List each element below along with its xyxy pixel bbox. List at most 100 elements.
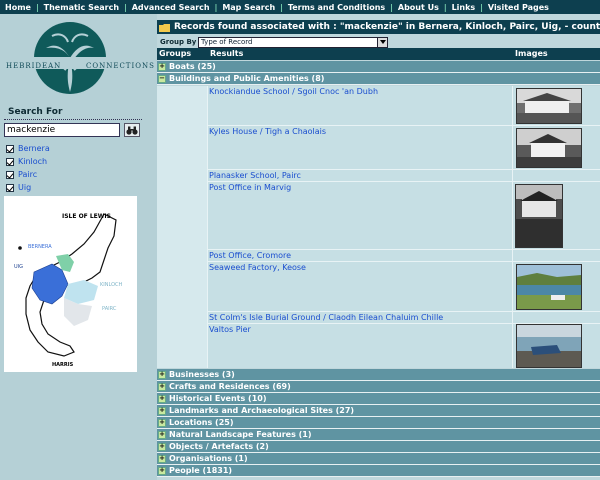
map-label-lewis: ISLE OF LEWIS [62, 213, 111, 220]
chevron-down-icon[interactable] [377, 37, 387, 47]
result-link[interactable]: Kyles House / Tigh a Chaolais [209, 127, 326, 136]
area-uig[interactable]: Uig [6, 181, 50, 194]
group-row-buildings[interactable]: − Buildings and Public Amenities (8) [157, 73, 600, 85]
image-cell [512, 126, 600, 169]
lewis-map: ISLE OF LEWIS BERNERA UIG KINLOCH PAIRC … [14, 213, 123, 368]
expand-icon[interactable]: + [158, 406, 166, 415]
sidebar: HEBRIDEAN CONNECTIONS Search For Bernera… [0, 14, 157, 480]
table-row: Kyles House / Tigh a Chaolais [208, 126, 600, 170]
image-cell [512, 182, 600, 249]
column-headers: Groups Results Images [157, 48, 600, 60]
divider [4, 119, 142, 120]
area-kinloch[interactable]: Kinloch [6, 155, 50, 168]
map-label-pairc: PAIRC [102, 306, 117, 312]
expand-icon[interactable]: + [158, 454, 166, 463]
group-row-landmarks[interactable]: + Landmarks and Archaeological Sites (27) [157, 405, 600, 417]
result-link[interactable]: Seaweed Factory, Keose [209, 263, 306, 272]
checkbox[interactable] [6, 144, 14, 153]
logo-text-hebridean: HEBRIDEAN [6, 62, 62, 70]
results-table: Knockiandue School / Sgoil Cnoc 'an Dubh… [157, 86, 600, 368]
result-link[interactable]: Knockiandue School / Sgoil Cnoc 'an Dubh [209, 87, 378, 96]
group-row-boats[interactable]: + Boats (25) [157, 61, 600, 73]
binoculars-icon [126, 126, 138, 135]
image-cell [512, 250, 600, 261]
header-groups: Groups [159, 49, 192, 58]
checkbox[interactable] [6, 170, 14, 179]
nav-about-us[interactable]: About Us [393, 3, 444, 12]
thumbnail-image[interactable] [516, 324, 582, 368]
group-row-crafts[interactable]: + Crafts and Residences (69) [157, 381, 600, 393]
table-row: Seaweed Factory, Keose [208, 262, 600, 312]
logo-text-connections: CONNECTIONS [86, 62, 155, 70]
expand-icon[interactable]: + [158, 418, 166, 427]
result-link[interactable]: St Colm's Isle Burial Ground / Claodh Ei… [209, 313, 443, 322]
group-row-locations[interactable]: + Locations (25) [157, 417, 600, 429]
main-content: Records found associated with : "mackenz… [157, 14, 600, 480]
image-cell [512, 262, 600, 311]
expand-icon[interactable]: + [158, 442, 166, 451]
expand-icon[interactable]: + [158, 370, 166, 379]
header-results: Results [210, 49, 244, 58]
table-row: Valtos Pier [208, 324, 600, 368]
header-images: Images [515, 49, 548, 58]
area-bernera[interactable]: Bernera [6, 142, 50, 155]
nav-map-search[interactable]: Map Search [217, 3, 280, 12]
image-cell [512, 324, 600, 368]
result-link[interactable]: Post Office in Marvig [209, 183, 291, 192]
group-row-natural-landscape[interactable]: + Natural Landscape Features (1) [157, 429, 600, 441]
table-row: Post Office in Marvig [208, 182, 600, 250]
map-label-bernera: BERNERA [28, 244, 52, 250]
records-summary-bar: Records found associated with : "mackenz… [157, 20, 600, 34]
expand-icon[interactable]: + [158, 466, 166, 475]
groups-column [157, 86, 208, 368]
thumbnail-image[interactable] [515, 184, 563, 248]
table-row: Knockiandue School / Sgoil Cnoc 'an Dubh [208, 86, 600, 126]
result-link[interactable]: Post Office, Cromore [209, 251, 291, 260]
top-nav: Home | Thematic Search | Advanced Search | … [0, 0, 600, 14]
table-row: Post Office, Cromore [208, 250, 600, 262]
search-title: Search For [8, 107, 63, 117]
expand-icon[interactable]: + [158, 382, 166, 391]
collapse-icon[interactable]: − [158, 74, 166, 83]
nav-terms[interactable]: Terms and Conditions [283, 3, 390, 12]
area-map[interactable]: ISLE OF LEWIS BERNERA UIG KINLOCH PAIRC … [4, 196, 137, 372]
nav-thematic-search[interactable]: Thematic Search [39, 3, 124, 12]
records-summary: Records found associated with : "mackenz… [174, 22, 600, 32]
checkbox[interactable] [6, 157, 14, 166]
map-label-harris: HARRIS [52, 362, 74, 368]
group-row-historical-events[interactable]: + Historical Events (10) [157, 393, 600, 405]
expand-icon[interactable]: + [158, 430, 166, 439]
nav-visited-pages[interactable]: Visited Pages [483, 3, 554, 12]
search-button[interactable] [124, 123, 140, 137]
map-label-uig: UIG [14, 264, 23, 270]
thumbnail-image[interactable] [516, 264, 582, 310]
result-link[interactable]: Planasker School, Pairc [209, 171, 301, 180]
folder-icon [159, 23, 171, 32]
group-row-organisations[interactable]: + Organisations (1) [157, 453, 600, 465]
group-by: Group By Type of Record [157, 36, 600, 48]
expand-icon[interactable]: + [158, 394, 166, 403]
image-cell [512, 170, 600, 181]
logo[interactable]: HEBRIDEAN CONNECTIONS [6, 18, 154, 110]
thumbnail-image[interactable] [516, 88, 582, 124]
group-row-objects[interactable]: + Objects / Artefacts (2) [157, 441, 600, 453]
group-row-people[interactable]: + People (1831) [157, 465, 600, 477]
result-link[interactable]: Valtos Pier [209, 325, 251, 334]
nav-home[interactable]: Home [0, 3, 36, 12]
map-label-kinloch: KINLOCH [100, 282, 123, 288]
expand-icon[interactable]: + [158, 62, 166, 71]
area-pairc[interactable]: Pairc [6, 168, 50, 181]
group-row-businesses[interactable]: + Businesses (3) [157, 369, 600, 381]
group-by-select[interactable]: Type of Record [198, 36, 388, 48]
table-row: St Colm's Isle Burial Ground / Claodh Ei… [208, 312, 600, 324]
thumbnail-image[interactable] [516, 128, 582, 168]
checkbox[interactable] [6, 183, 14, 192]
nav-advanced-search[interactable]: Advanced Search [127, 3, 215, 12]
search-input[interactable] [4, 123, 120, 137]
image-cell [512, 312, 600, 323]
image-cell [512, 86, 600, 125]
area-checkboxes: Bernera Kinloch Pairc Uig [6, 142, 50, 194]
table-row: Planasker School, Pairc [208, 170, 600, 182]
group-by-label: Group By [160, 38, 197, 46]
nav-links[interactable]: Links [447, 3, 481, 12]
